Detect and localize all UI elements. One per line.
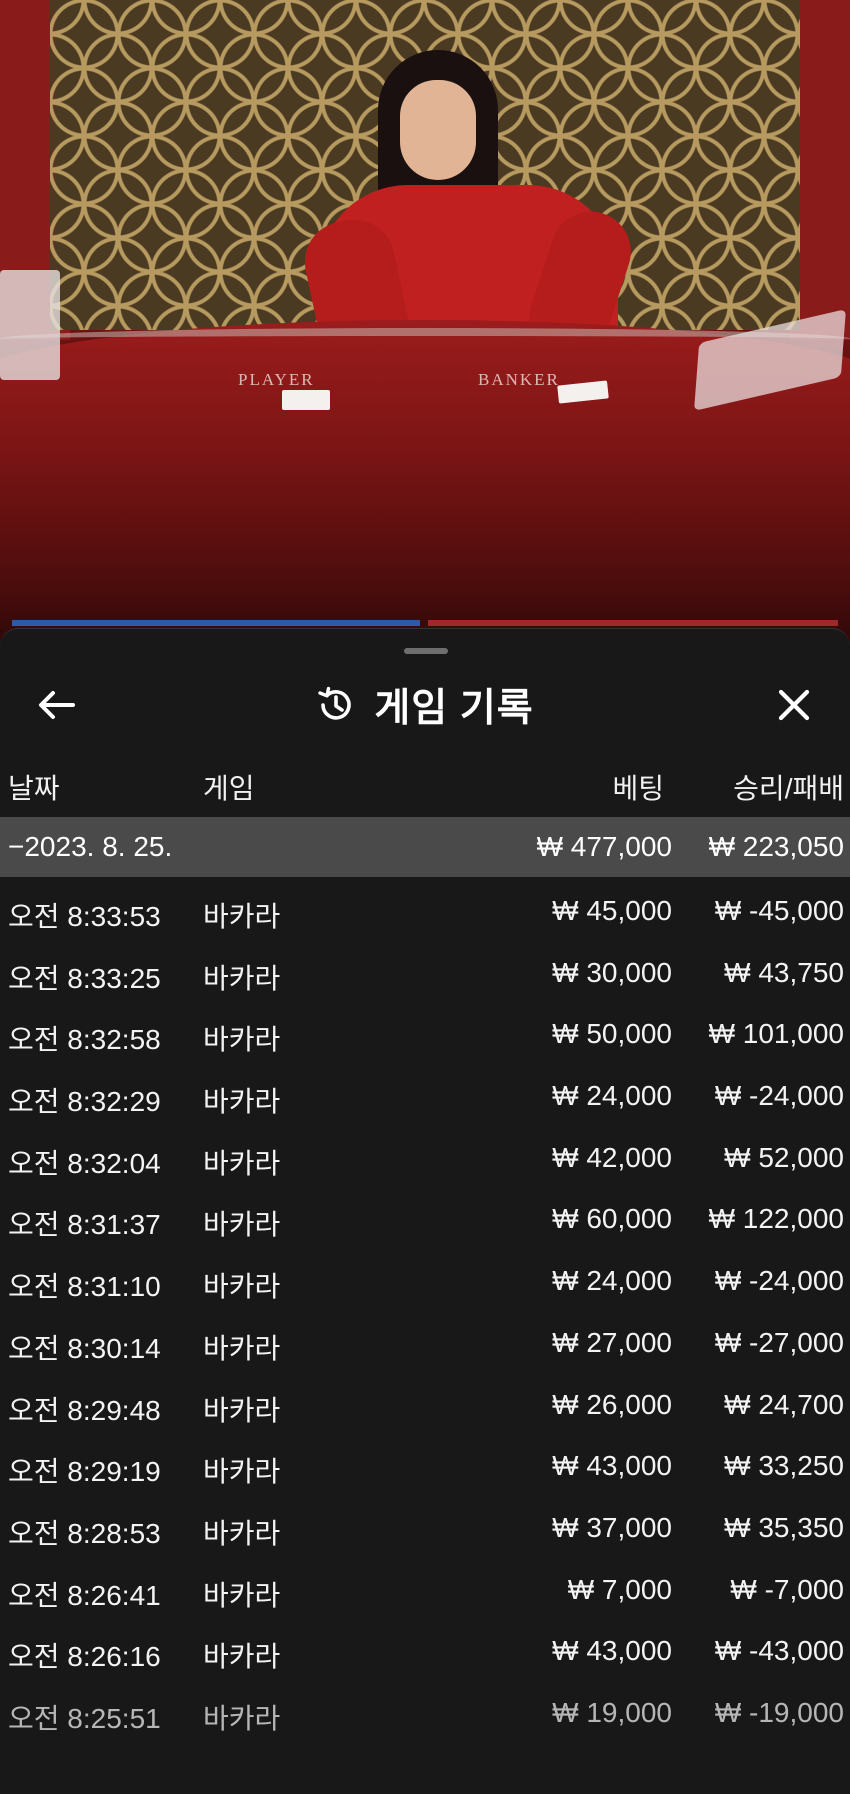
row-result: ₩ 24,700 bbox=[724, 1388, 844, 1420]
row-game: 바카라 bbox=[203, 1517, 281, 1549]
row-game: 바카라 bbox=[203, 1456, 281, 1488]
table-row[interactable]: 오전 8:26:16 바카라 ₩ 43,000 ₩ -43,000 bbox=[0, 1619, 850, 1681]
panel-title: 게임 기록 bbox=[374, 687, 534, 730]
table-row[interactable]: 오전 8:31:37 바카라 ₩ 60,000 ₩ 122,000 bbox=[0, 1187, 850, 1249]
table-row[interactable]: 오전 8:33:25 바카라 ₩ 30,000 ₩ 43,750 bbox=[0, 941, 850, 1003]
row-game: 바카라 bbox=[203, 1209, 281, 1241]
table-banker-label: BANKER bbox=[478, 370, 560, 389]
banker-bar bbox=[428, 620, 838, 626]
row-time: 오전 8:31:10 bbox=[8, 1271, 161, 1303]
close-button[interactable] bbox=[764, 675, 824, 735]
row-result: ₩ -19,000 bbox=[714, 1696, 844, 1728]
playing-card bbox=[282, 390, 330, 410]
row-result: ₩ -24,000 bbox=[714, 1080, 844, 1112]
table-row[interactable]: 오전 8:32:04 바카라 ₩ 42,000 ₩ 52,000 bbox=[0, 1126, 850, 1188]
drag-handle[interactable] bbox=[404, 648, 448, 654]
table-row[interactable]: 오전 8:28:53 바카라 ₩ 37,000 ₩ 35,350 bbox=[0, 1496, 850, 1558]
card-shoe-left bbox=[0, 270, 60, 380]
row-bet: ₩ 42,000 bbox=[552, 1141, 672, 1173]
column-header-date: 날짜 bbox=[8, 773, 60, 804]
row-bet: ₩ 37,000 bbox=[552, 1511, 672, 1543]
history-clock-icon bbox=[318, 686, 352, 720]
row-bet: ₩ 19,000 bbox=[552, 1696, 672, 1728]
row-time: 오전 8:26:41 bbox=[8, 1579, 161, 1611]
game-history-panel: 게임 기록 날짜 게임 베팅 승리/패배 −2023. 8. 25. ₩ 477… bbox=[0, 628, 850, 1794]
row-result: ₩ -24,000 bbox=[714, 1265, 844, 1297]
table-row[interactable]: 오전 8:32:29 바카라 ₩ 24,000 ₩ -24,000 bbox=[0, 1064, 850, 1126]
row-result: ₩ -7,000 bbox=[730, 1573, 844, 1605]
row-game: 바카라 bbox=[203, 1394, 281, 1426]
row-time: 오전 8:28:53 bbox=[8, 1517, 161, 1549]
summary-result-total: ₩ 223,050 bbox=[708, 831, 844, 862]
row-bet: ₩ 27,000 bbox=[552, 1326, 672, 1358]
row-game: 바카라 bbox=[203, 1332, 281, 1364]
summary-bet-total: ₩ 477,000 bbox=[536, 831, 672, 862]
row-result: ₩ 33,250 bbox=[724, 1450, 844, 1482]
dealer-face bbox=[400, 80, 476, 180]
table-row[interactable]: 오전 8:26:41 바카라 ₩ 7,000 ₩ -7,000 bbox=[0, 1558, 850, 1620]
row-result: ₩ 122,000 bbox=[708, 1203, 844, 1235]
panel-header: 게임 기록 bbox=[0, 665, 850, 745]
table-row[interactable]: 오전 8:33:53 바카라 ₩ 45,000 ₩ -45,000 bbox=[0, 879, 850, 941]
row-bet: ₩ 24,000 bbox=[552, 1080, 672, 1112]
row-result: ₩ 35,350 bbox=[724, 1511, 844, 1543]
row-result: ₩ 52,000 bbox=[724, 1141, 844, 1173]
column-header-game: 게임 bbox=[203, 773, 255, 804]
table-row[interactable]: 오전 8:29:48 바카라 ₩ 26,000 ₩ 24,700 bbox=[0, 1373, 850, 1435]
row-bet: ₩ 43,000 bbox=[552, 1635, 672, 1667]
close-icon bbox=[778, 689, 810, 721]
row-game: 바카라 bbox=[203, 962, 281, 994]
row-result: ₩ -43,000 bbox=[714, 1635, 844, 1667]
row-bet: ₩ 24,000 bbox=[552, 1265, 672, 1297]
row-bet: ₩ 7,000 bbox=[567, 1573, 672, 1605]
row-result: ₩ 43,750 bbox=[724, 956, 844, 988]
history-rows: 오전 8:33:53 바카라 ₩ 45,000 ₩ -45,000 오전 8:3… bbox=[0, 879, 850, 1743]
player-bar bbox=[12, 620, 420, 626]
table-row[interactable]: 오전 8:29:19 바카라 ₩ 43,000 ₩ 33,250 bbox=[0, 1434, 850, 1496]
row-game: 바카라 bbox=[203, 1271, 281, 1303]
table-player-label: PLAYER bbox=[238, 370, 315, 389]
row-game: 바카라 bbox=[203, 1702, 281, 1734]
row-bet: ₩ 50,000 bbox=[552, 1018, 672, 1050]
row-bet: ₩ 45,000 bbox=[552, 895, 672, 926]
row-game: 바카라 bbox=[203, 1147, 281, 1179]
row-time: 오전 8:26:16 bbox=[8, 1641, 161, 1673]
row-time: 오전 8:30:14 bbox=[8, 1332, 161, 1364]
row-result: ₩ -27,000 bbox=[714, 1326, 844, 1358]
live-dealer-video: PLAYER BANKER bbox=[0, 0, 850, 640]
row-game: 바카라 bbox=[203, 1024, 281, 1056]
row-time: 오전 8:31:37 bbox=[8, 1209, 161, 1241]
row-game: 바카라 bbox=[203, 1641, 281, 1673]
date-group-summary-row[interactable]: −2023. 8. 25. ₩ 477,000 ₩ 223,050 bbox=[0, 817, 850, 877]
table-header-row: 날짜 게임 베팅 승리/패배 bbox=[0, 757, 850, 813]
row-time: 오전 8:32:04 bbox=[8, 1147, 161, 1179]
row-time: 오전 8:29:48 bbox=[8, 1394, 161, 1426]
row-time: 오전 8:29:19 bbox=[8, 1456, 161, 1488]
table-row[interactable]: 오전 8:32:58 바카라 ₩ 50,000 ₩ 101,000 bbox=[0, 1002, 850, 1064]
row-game: 바카라 bbox=[203, 901, 281, 932]
row-game: 바카라 bbox=[203, 1579, 281, 1611]
row-time: 오전 8:32:29 bbox=[8, 1086, 161, 1118]
row-bet: ₩ 26,000 bbox=[552, 1388, 672, 1420]
table-row[interactable]: 오전 8:31:10 바카라 ₩ 24,000 ₩ -24,000 bbox=[0, 1249, 850, 1311]
column-header-result: 승리/패배 bbox=[733, 773, 844, 804]
row-time: 오전 8:32:58 bbox=[8, 1024, 161, 1056]
column-header-bet: 베팅 bbox=[612, 773, 664, 804]
row-time: 오전 8:25:51 bbox=[8, 1702, 161, 1734]
row-result: ₩ 101,000 bbox=[708, 1018, 844, 1050]
row-bet: ₩ 60,000 bbox=[552, 1203, 672, 1235]
row-time: 오전 8:33:25 bbox=[8, 962, 161, 994]
panel-title-wrap: 게임 기록 bbox=[0, 679, 850, 731]
summary-date: −2023. 8. 25. bbox=[8, 831, 173, 862]
table-row[interactable]: 오전 8:25:51 바카라 ₩ 19,000 ₩ -19,000 bbox=[0, 1681, 850, 1743]
row-bet: ₩ 43,000 bbox=[552, 1450, 672, 1482]
row-bet: ₩ 30,000 bbox=[552, 956, 672, 988]
row-result: ₩ -45,000 bbox=[714, 895, 844, 926]
table-row[interactable]: 오전 8:30:14 바카라 ₩ 27,000 ₩ -27,000 bbox=[0, 1311, 850, 1373]
row-time: 오전 8:33:53 bbox=[8, 901, 161, 932]
row-game: 바카라 bbox=[203, 1086, 281, 1118]
